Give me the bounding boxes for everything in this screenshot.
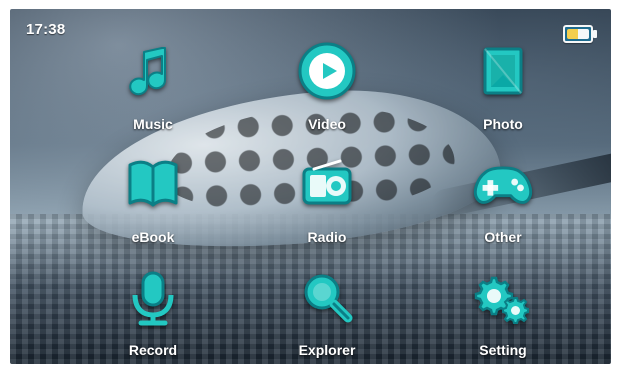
microphone-icon [118, 262, 188, 332]
music-note-icon [118, 36, 188, 106]
battery-level [567, 29, 589, 39]
menu-item-record[interactable]: Record [93, 262, 213, 364]
photo-icon [468, 36, 538, 106]
menu-item-label: Radio [307, 229, 347, 245]
menu-item-label: Explorer [298, 342, 356, 358]
play-icon [292, 36, 362, 106]
menu-item-radio[interactable]: Radio [267, 149, 387, 259]
menu-item-label: Video [308, 116, 346, 132]
device-frame: 17:38 Music Video Photo eBook Radio Othe… [0, 0, 625, 371]
gamepad-icon [468, 149, 538, 219]
magnifier-icon [292, 262, 362, 332]
menu-item-label: Photo [483, 116, 523, 132]
menu-item-ebook[interactable]: eBook [93, 149, 213, 259]
radio-icon [292, 149, 362, 219]
menu-item-label: eBook [131, 229, 175, 245]
screen: 17:38 Music Video Photo eBook Radio Othe… [10, 9, 611, 364]
menu-item-video[interactable]: Video [267, 36, 387, 146]
gears-icon [468, 262, 538, 332]
menu-item-setting[interactable]: Setting [443, 262, 563, 364]
menu-item-explorer[interactable]: Explorer [267, 262, 387, 364]
menu-item-label: Music [133, 116, 173, 132]
battery-icon [563, 25, 597, 43]
menu-item-label: Record [128, 342, 178, 358]
book-icon [118, 149, 188, 219]
status-time: 17:38 [26, 21, 66, 38]
menu-item-music[interactable]: Music [93, 36, 213, 146]
menu-item-other[interactable]: Other [443, 149, 563, 259]
menu-item-label: Setting [479, 342, 527, 358]
menu-item-photo[interactable]: Photo [443, 36, 563, 146]
menu-item-label: Other [484, 229, 522, 245]
